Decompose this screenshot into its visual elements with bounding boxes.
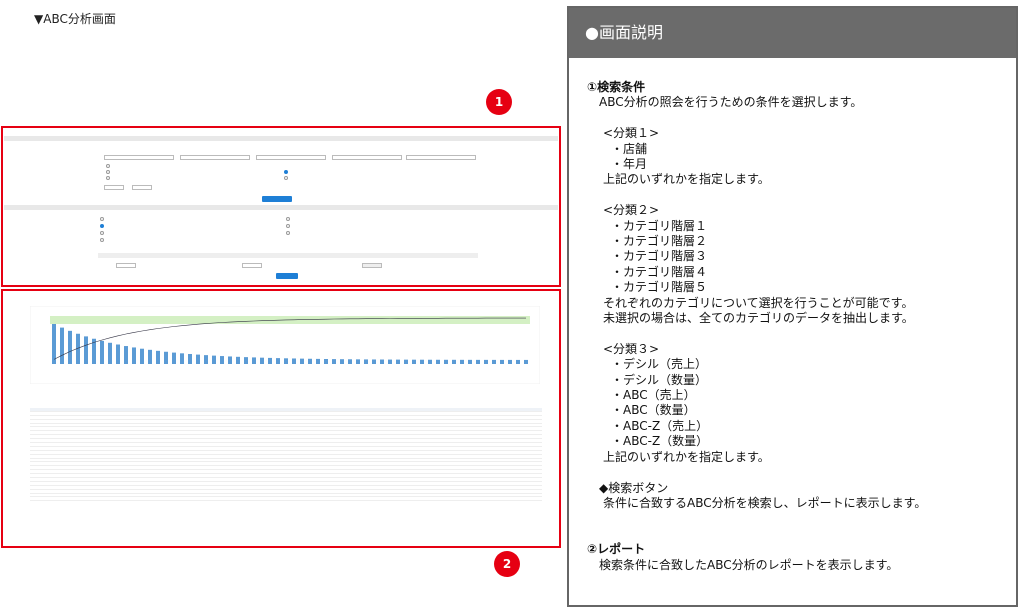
panel-line: ・年月 [611,157,648,172]
panel-line: 上記のいずれかを指定します。 [603,172,770,187]
panel-spacer [587,326,1002,341]
panel-line: <分類１> [603,126,660,141]
page-title: ▼ABC分析画面 [34,12,116,26]
panel-line: 未選択の場合は、全てのカテゴリのデータを抽出します。 [603,311,914,326]
panel-spacer [587,511,1002,526]
panel-line: 条件に合致するABC分析を検索し、レポートに表示します。 [603,495,927,510]
panel-line: ・ABC（売上） [611,388,696,403]
highlight-frame-search [1,126,561,287]
panel-line: ・デシル（数量） [611,372,708,387]
panel-line: ABC分析の照会を行うための条件を選択します。 [599,95,863,110]
panel-line: ・店舗 [611,141,648,156]
panel-line: 上記のいずれかを指定します。 [603,449,770,464]
panel-line: ・カテゴリ階層１ [611,218,708,233]
panel-line: ・カテゴリ階層３ [611,249,708,264]
panel-line: ②レポート [587,542,646,557]
panel-line: ・カテゴリ階層５ [611,280,708,295]
marker-2: 2 [494,551,520,577]
explanation-panel: ●画面説明 ①検索条件 ABC分析の照会を行うための条件を選択します。 <分類１> ・… [567,6,1018,607]
panel-line: ・ABC（数量） [611,403,696,418]
panel-line: ・ABC-Z（売上） [611,418,709,433]
panel-header: ●画面説明 [569,8,1016,58]
panel-line: ・カテゴリ階層４ [611,264,708,279]
panel-spacer [587,188,1002,203]
panel-line: 検索条件に合致したABC分析のレポートを表示します。 [599,557,899,572]
panel-line: <分類３> [603,341,660,356]
panel-spacer [587,527,1002,542]
highlight-frame-report [1,289,561,548]
panel-line: ①検索条件 [587,80,646,94]
panel-body: ①検索条件 ABC分析の照会を行うための条件を選択します。 <分類１> ・店舗 ・年月上… [569,58,1016,573]
panel-line: ・ABC-Z（数量） [611,434,709,449]
panel-line: ◆検索ボタン [599,480,669,495]
panel-spacer [587,465,1002,480]
panel-line: <分類２> [603,203,660,218]
panel-line: ・カテゴリ階層２ [611,234,708,249]
panel-line: ・デシル（売上） [611,357,708,372]
panel-spacer [587,111,1002,126]
panel-line: それぞれのカテゴリについて選択を行うことが可能です。 [603,295,914,310]
marker-1: 1 [486,89,512,115]
